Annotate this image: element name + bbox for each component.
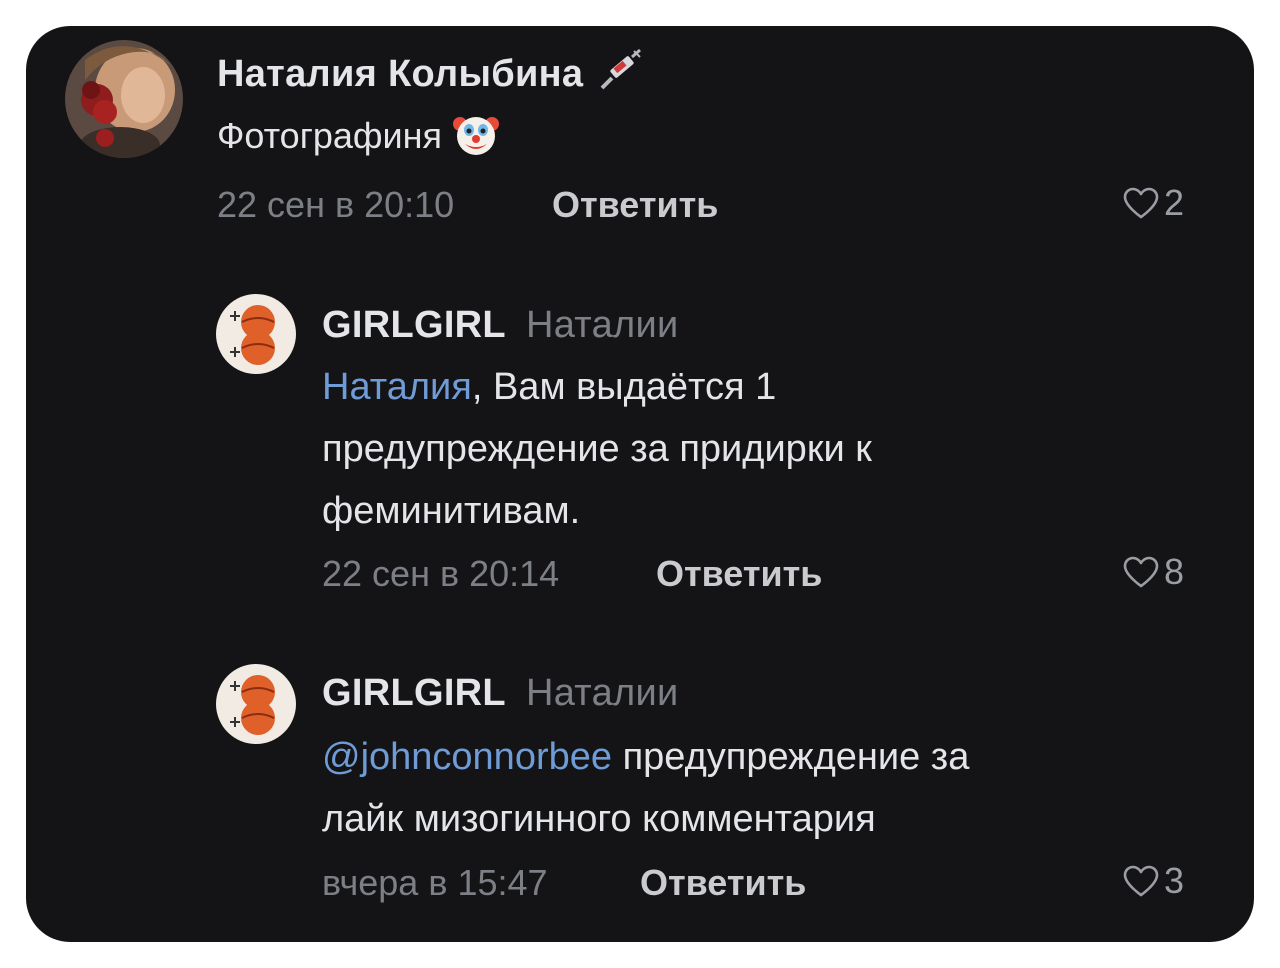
like-count: 2 <box>1164 182 1185 223</box>
reply-to-label[interactable]: Наталии <box>526 672 679 714</box>
comments-panel: Наталия Колыбина Фотографиня 22 сен в 20… <box>26 26 1254 942</box>
comment-timestamp: 22 сен в 20:14 <box>322 553 560 594</box>
avatar-logo <box>216 664 296 744</box>
comment-line: предупреждение за придирки к <box>322 428 872 470</box>
author-status: Фотографиня <box>217 110 500 167</box>
avatar[interactable] <box>216 294 296 374</box>
like-button[interactable]: 3 <box>1122 860 1184 902</box>
reply-button[interactable]: Ответить <box>552 184 718 226</box>
syringe-icon <box>594 48 644 104</box>
comment-timestamp: вчера в 15:47 <box>322 862 548 903</box>
avatar-photo <box>65 40 183 158</box>
like-button[interactable]: 8 <box>1122 551 1184 593</box>
comment-text: @johnconnorbee предупреждение за лайк ми… <box>322 726 969 850</box>
comment-author[interactable]: Наталия Колыбина <box>217 48 644 104</box>
comment-text-segment: , Вам выдаётся 1 <box>471 366 777 408</box>
like-count: 3 <box>1164 860 1185 901</box>
reply-button[interactable]: Ответить <box>656 553 822 595</box>
author-name[interactable]: Наталия Колыбина <box>217 53 583 95</box>
comment-line: феминитивам. <box>322 490 581 532</box>
like-button[interactable]: 2 <box>1122 182 1184 224</box>
author-name[interactable]: GIRLGIRL <box>322 672 506 714</box>
like-count: 8 <box>1164 551 1185 592</box>
comment-author[interactable]: GIRLGIRL Наталии <box>322 672 679 715</box>
comment-text: Наталия, Вам выдаётся 1 предупреждение з… <box>322 356 872 542</box>
mention-link[interactable]: @johnconnorbee <box>322 736 612 778</box>
avatar[interactable] <box>216 664 296 744</box>
avatar[interactable] <box>65 40 183 158</box>
author-name[interactable]: GIRLGIRL <box>322 304 506 346</box>
heart-icon <box>1123 187 1159 219</box>
avatar-logo <box>216 294 296 374</box>
status-text: Фотографиня <box>217 115 442 157</box>
comment-line: Наталия, Вам выдаётся 1 <box>322 356 872 418</box>
heart-icon <box>1123 556 1159 588</box>
comment-timestamp: 22 сен в 20:10 <box>217 184 455 225</box>
comment-text-segment: предупреждение за <box>612 736 970 778</box>
mention-link[interactable]: Наталия <box>322 366 472 408</box>
reply-to-label[interactable]: Наталии <box>526 304 679 346</box>
clown-face-icon <box>452 110 500 167</box>
reply-button[interactable]: Ответить <box>640 862 806 904</box>
heart-icon <box>1123 865 1159 897</box>
comment-author[interactable]: GIRLGIRL Наталии <box>322 304 679 347</box>
comment-line: @johnconnorbee предупреждение за <box>322 726 969 788</box>
comment-line: лайк мизогинного комментария <box>322 798 876 840</box>
